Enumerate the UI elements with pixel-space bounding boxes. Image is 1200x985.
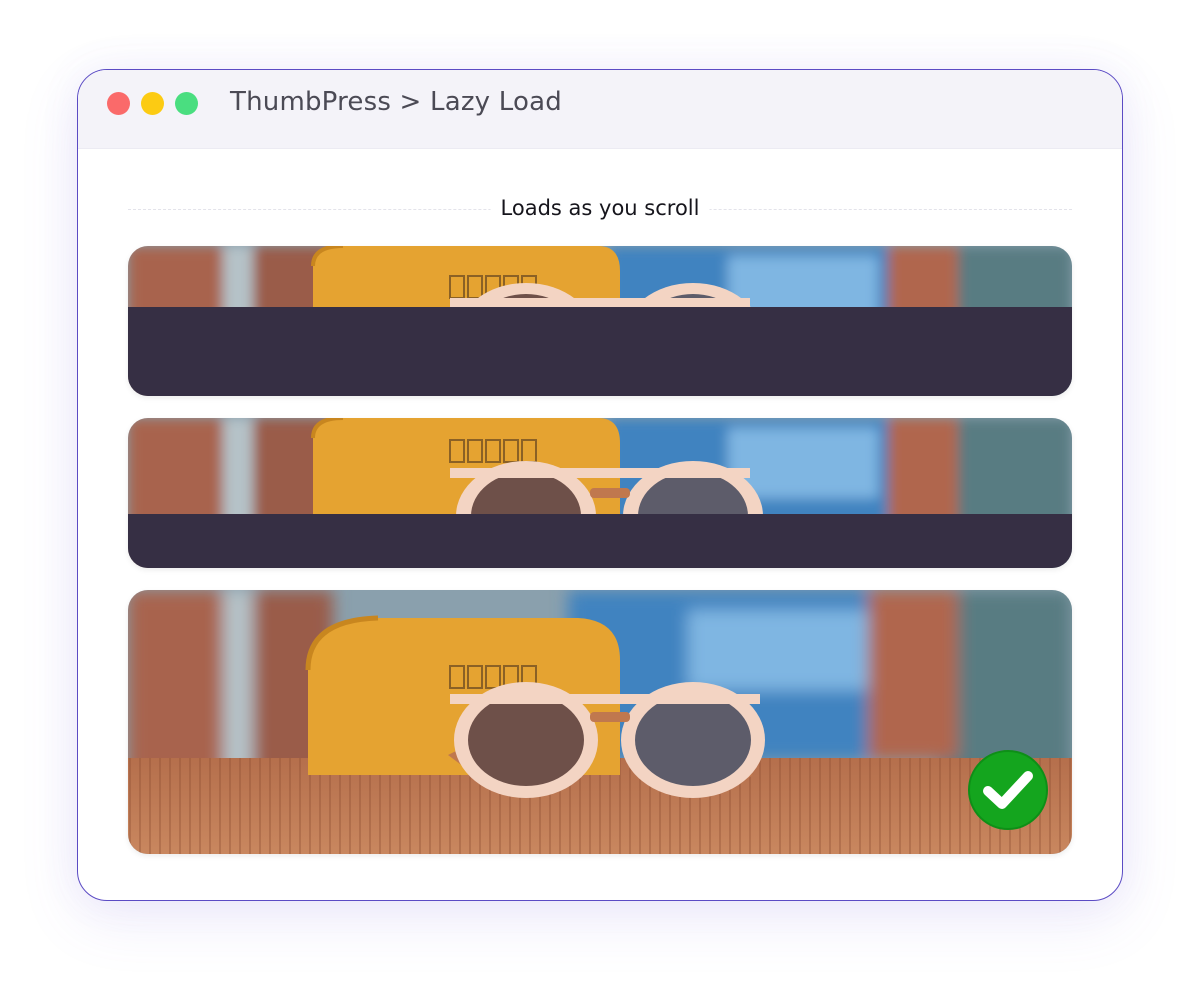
loaded-check-badge — [968, 750, 1048, 830]
lazy-placeholder — [128, 514, 1072, 568]
browser-window: ThumbPress > Lazy Load Loads as you scro… — [77, 69, 1123, 901]
image-card-loaded — [128, 590, 1072, 854]
window-title: ThumbPress > Lazy Load — [230, 87, 562, 117]
minimize-window-dot[interactable] — [141, 92, 164, 115]
image-card-partial-1 — [128, 246, 1072, 396]
maximize-window-dot[interactable] — [175, 92, 198, 115]
image-card-partial-2 — [128, 418, 1072, 568]
title-bar: ThumbPress > Lazy Load — [78, 70, 1122, 149]
sunglasses-photo — [128, 590, 1072, 854]
check-icon — [983, 771, 1033, 809]
lazy-placeholder — [128, 307, 1072, 396]
close-window-dot[interactable] — [107, 92, 130, 115]
section-label: Loads as you scroll — [490, 196, 710, 220]
section-header: Loads as you scroll — [128, 196, 1072, 224]
